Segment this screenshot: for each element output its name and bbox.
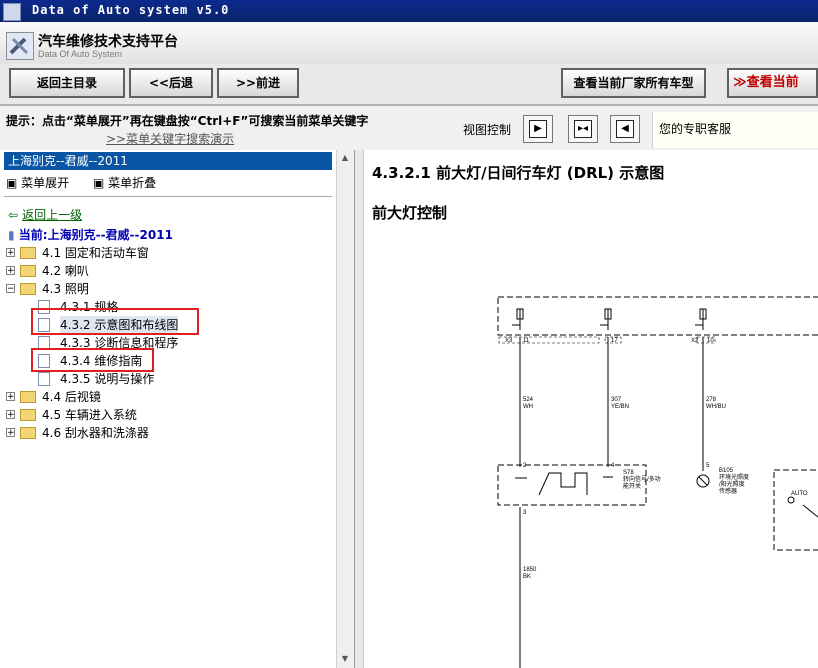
app-icon xyxy=(3,3,21,21)
arrow-right-icon: ▶ xyxy=(529,120,547,138)
view-control-label: 视图控制 xyxy=(463,123,512,137)
wire-color: WH xyxy=(523,404,533,410)
expand-toggle-icon[interactable]: + xyxy=(6,392,15,402)
back-button[interactable]: <<后退 xyxy=(129,68,213,98)
b105-label: B105 xyxy=(719,468,734,474)
tree-node-label: 4.2 喇叭 xyxy=(42,264,89,278)
double-chevron-icon: ≫ xyxy=(733,75,747,90)
view-expand-left-button[interactable]: ▶ xyxy=(523,115,553,143)
wire-color: BK xyxy=(523,574,531,580)
tree-node-label: 4.3 照明 xyxy=(42,282,89,296)
wire-code: 1850 xyxy=(523,567,537,573)
brand-subtitle: Data Of Auto System xyxy=(38,49,123,59)
support-panel[interactable]: 您的专职客服 xyxy=(652,112,818,148)
split-arrows-icon: ▸◂ xyxy=(574,120,592,138)
folder-icon xyxy=(20,391,36,403)
tree-node-label: 4.4 后视镜 xyxy=(42,390,101,404)
collapse-menu-button[interactable]: ▣ 菜单折叠 xyxy=(93,176,166,190)
auto-switch-box xyxy=(773,469,818,551)
expand-toggle-icon[interactable]: + xyxy=(6,410,15,420)
content-subtitle: 前大灯控制 xyxy=(372,204,448,222)
pin-label: 2 xyxy=(523,463,527,469)
folder-icon xyxy=(20,247,36,259)
tree-node-label: 4.3.5 说明与操作 xyxy=(60,372,155,386)
connector-label: X2 xyxy=(691,338,699,344)
connector-label: 17 xyxy=(611,338,618,344)
search-demo-link[interactable]: >>菜单关键字搜索演示 xyxy=(106,130,234,147)
pin-label: 3 xyxy=(523,510,527,516)
content-title: 4.3.2.1 前大灯/日间行车灯 (DRL) 示意图 xyxy=(372,164,665,182)
current-location: ▮ 当前:上海别克--君威--2011 xyxy=(8,226,173,243)
view-split-button[interactable]: ▸◂ xyxy=(568,115,598,143)
green-back-arrow-icon: ⇦ xyxy=(8,208,19,222)
folder-icon xyxy=(20,427,36,439)
folder-icon xyxy=(20,409,36,421)
nav-toolbar: 返回主目录 <<后退 >>前进 查看当前厂家所有车型 ≫查看当前 xyxy=(0,64,818,106)
view-current-label: 查看当前 xyxy=(746,75,799,90)
window-title: Data of Auto system v5.0 xyxy=(32,3,230,17)
scroll-up-icon[interactable]: ▲ xyxy=(339,152,351,164)
expand-toggle-icon[interactable]: + xyxy=(6,428,15,438)
auto-label: AUTO xyxy=(791,491,808,497)
divider xyxy=(4,196,332,200)
back-up-label: 返回上一级 xyxy=(22,208,83,222)
sidebar-scrollbar[interactable]: ▲ ▼ xyxy=(336,150,354,668)
tree-node-label: 4.5 车辆进入系统 xyxy=(42,408,137,422)
connector-label: 11 xyxy=(523,338,530,344)
b105-label: /阳光照度 xyxy=(719,480,745,488)
wiring-diagram: X3 11 17 X2 10 524 WH 307 YE/BN 278 WH/B… xyxy=(497,296,818,668)
b105-label: 传感器 xyxy=(719,487,737,495)
wire-color: WH/BU xyxy=(706,404,726,410)
view-current-button[interactable]: ≫查看当前 xyxy=(727,68,818,98)
home-button[interactable]: 返回主目录 xyxy=(9,68,125,98)
forward-button[interactable]: >>前进 xyxy=(217,68,299,98)
document-icon xyxy=(38,372,50,386)
connector-x3 xyxy=(498,336,600,344)
tip-bar: 提示：点击“菜单展开”再在键盘按“Ctrl+F”可搜索当前菜单关键字 >>菜单关… xyxy=(0,106,818,151)
all-models-button[interactable]: 查看当前厂家所有车型 xyxy=(561,68,706,98)
wire-code: 307 xyxy=(611,397,622,403)
menu-sidebar: 上海别克--君威--2011 ▣ 菜单展开 ▣ 菜单折叠 ⇦ 返回上一级 ▮ 当前… xyxy=(0,150,355,668)
wrench-logo-icon xyxy=(6,32,34,60)
arrow-left-icon: ◀ xyxy=(616,120,634,138)
expand-label: 菜单展开 xyxy=(21,176,70,190)
wire-code: 524 xyxy=(523,397,534,403)
menu-toggles: ▣ 菜单展开 ▣ 菜单折叠 xyxy=(6,174,176,191)
support-text: 您的专职客服 xyxy=(659,122,732,136)
s78-label: 能开关 xyxy=(623,482,641,490)
back-up-link[interactable]: ⇦ 返回上一级 xyxy=(8,206,82,223)
current-label: 当前:上海别克--君威--2011 xyxy=(18,228,173,242)
expand-menu-button[interactable]: ▣ 菜单展开 xyxy=(6,176,79,190)
folder-icon xyxy=(20,265,36,277)
connector-label: X3 xyxy=(505,338,513,344)
tree-node-label: 4.6 刮水器和洗涤器 xyxy=(42,426,149,440)
s78-label: 转向信号/多功 xyxy=(623,475,661,483)
pin-label: 5 xyxy=(706,463,710,469)
highlight-box-repair-guide xyxy=(31,348,154,372)
b105-label: 环境光照度 xyxy=(719,473,749,481)
connector-label: 10 xyxy=(707,338,714,344)
car-model-header: 上海别克--君威--2011 xyxy=(4,152,332,170)
database-icon: ▮ xyxy=(8,228,15,242)
brand-title: 汽车维修技术支持平台 xyxy=(38,34,178,50)
scroll-down-icon[interactable]: ▼ xyxy=(339,653,351,665)
app-header: 汽车维修技术支持平台 Data Of Auto System xyxy=(0,22,818,65)
highlight-box-schematic xyxy=(31,308,199,335)
collapse-toggle-icon[interactable]: − xyxy=(6,284,15,294)
tip-text: 提示：点击“菜单展开”再在键盘按“Ctrl+F”可搜索当前菜单关键字 xyxy=(6,114,369,128)
s78-label: S78 xyxy=(623,470,634,476)
control-module-box xyxy=(497,296,818,336)
expand-toggle-icon[interactable]: + xyxy=(6,266,15,276)
window-titlebar: Data of Auto system v5.0 xyxy=(0,0,818,22)
tree-node-label: 4.1 固定和活动车窗 xyxy=(42,246,149,260)
view-expand-right-button[interactable]: ◀ xyxy=(610,115,640,143)
wire-color: YE/BN xyxy=(611,404,629,410)
expand-toggle-icon[interactable]: + xyxy=(6,248,15,258)
collapse-label: 菜单折叠 xyxy=(108,176,157,190)
content-splitter[interactable] xyxy=(355,150,364,668)
wire-code: 278 xyxy=(706,397,717,403)
open-folder-icon xyxy=(20,283,36,295)
pin-label: 4 xyxy=(611,463,615,469)
